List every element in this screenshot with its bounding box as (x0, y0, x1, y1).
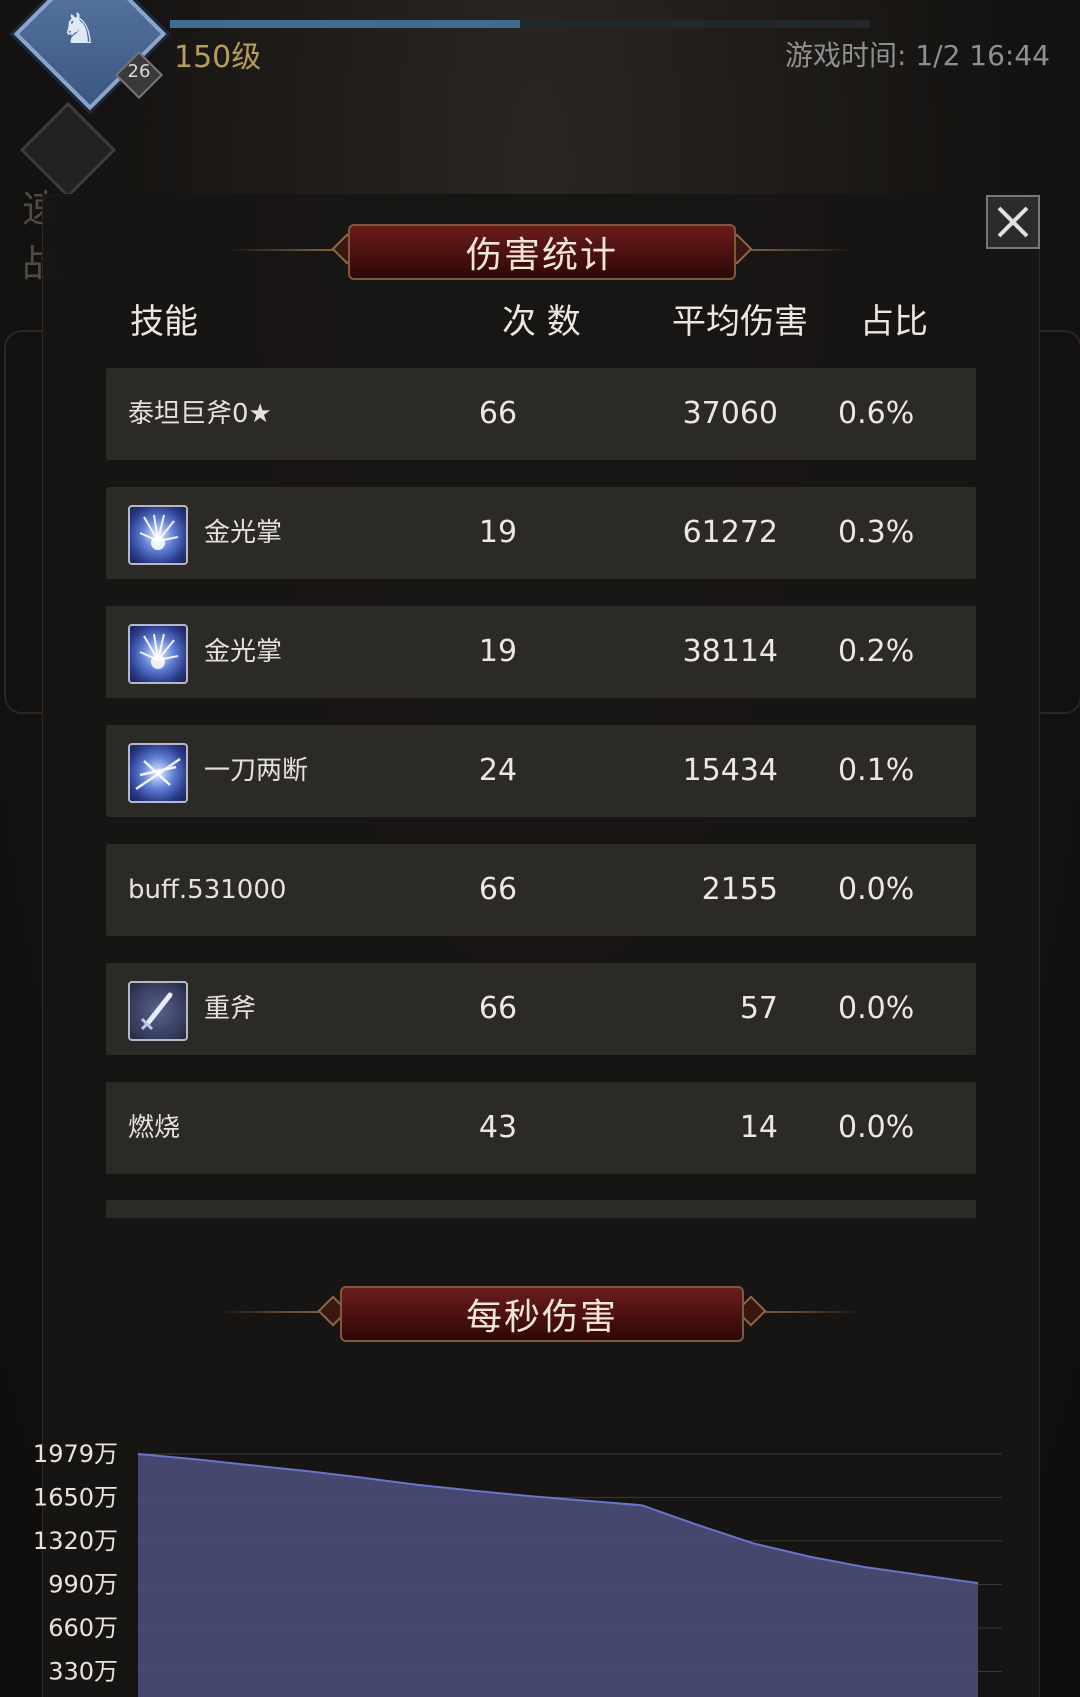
average-damage: 15434 (682, 753, 778, 788)
damage-ratio: 0.0% (838, 872, 915, 907)
golden-palm-skill-icon (128, 624, 188, 684)
hit-count: 19 (478, 634, 518, 669)
damage-ratio: 0.0% (838, 1110, 915, 1145)
y-tick-label: 330万 (48, 1658, 118, 1686)
slash-skill-icon (128, 743, 188, 803)
damage-ratio: 0.0% (838, 991, 915, 1026)
sword-skill-icon (128, 981, 188, 1041)
skill-name: 燃烧 (128, 1113, 181, 1143)
dps-area (138, 1454, 978, 1697)
dps-title: 每秒伤害 (340, 1286, 744, 1342)
hit-count: 66 (478, 872, 518, 907)
table-row: 重斧 66 57 0.0% (106, 963, 976, 1055)
skill-name: buff.531000 (128, 875, 287, 905)
hit-count: 43 (478, 1110, 518, 1145)
avatar-badge-number: 26 (127, 61, 151, 82)
column-header-skill: 技能 (130, 302, 198, 342)
damage-ratio: 0.2% (838, 634, 915, 669)
hit-count: 66 (478, 991, 518, 1026)
y-tick-label: 1650万 (33, 1483, 118, 1511)
average-damage: 37060 (682, 396, 778, 431)
average-damage: 61272 (682, 515, 778, 550)
skill-name: 重斧 (204, 994, 257, 1024)
dps-chart: 1979万 1650万 1320万 990万 660万 330万 (33, 1440, 1002, 1697)
damage-stats-header: 伤害统计 (0, 220, 1080, 280)
skill-name: 泰坦巨斧0★ (128, 399, 272, 429)
game-time: 游戏时间: 1/2 16:44 (785, 39, 1050, 72)
average-damage: 38114 (682, 634, 778, 669)
player-level: 150级 (174, 40, 262, 75)
damage-ratio: 0.3% (838, 515, 915, 550)
table-row: buff.531000 66 2155 0.0% (106, 844, 976, 936)
damage-ratio: 0.1% (838, 753, 915, 788)
y-tick-label: 660万 (48, 1614, 118, 1642)
dps-header: 每秒伤害 (0, 1282, 1080, 1342)
golden-palm-skill-icon (128, 505, 188, 565)
average-damage: 14 (739, 1110, 778, 1145)
experience-bar (170, 20, 870, 28)
table-row: 泰坦巨斧0★ 66 37060 0.6% (106, 368, 976, 460)
y-tick-label: 1320万 (33, 1527, 118, 1555)
warrior-emblem-icon: ♞ (60, 4, 98, 53)
hit-count: 66 (478, 396, 518, 431)
column-header-count: 次 数 (502, 302, 581, 342)
table-row: 一刀两断 24 15434 0.1% (106, 725, 976, 817)
average-damage: 57 (739, 991, 778, 1026)
experience-bar-fill (170, 20, 520, 28)
damage-ratio: 0.6% (838, 396, 915, 431)
skill-name: 金光掌 (204, 637, 283, 667)
y-tick-label: 1979万 (33, 1440, 118, 1468)
y-tick-label: 990万 (48, 1570, 118, 1598)
hit-count: 19 (478, 515, 518, 550)
skill-name: 一刀两断 (204, 756, 309, 786)
average-damage: 2155 (701, 872, 778, 907)
hit-count: 24 (478, 753, 518, 788)
column-header-ratio: 占比 (860, 302, 928, 342)
table-row: 金光掌 19 38114 0.2% (106, 606, 976, 698)
skill-name: 金光掌 (204, 518, 283, 548)
damage-stats-title: 伤害统计 (348, 224, 736, 280)
table-row-partial[interactable] (106, 1200, 976, 1218)
table-row: 金光掌 19 61272 0.3% (106, 487, 976, 579)
table-row: 燃烧 43 14 0.0% (106, 1082, 976, 1174)
column-header-average-damage: 平均伤害 (672, 302, 808, 342)
